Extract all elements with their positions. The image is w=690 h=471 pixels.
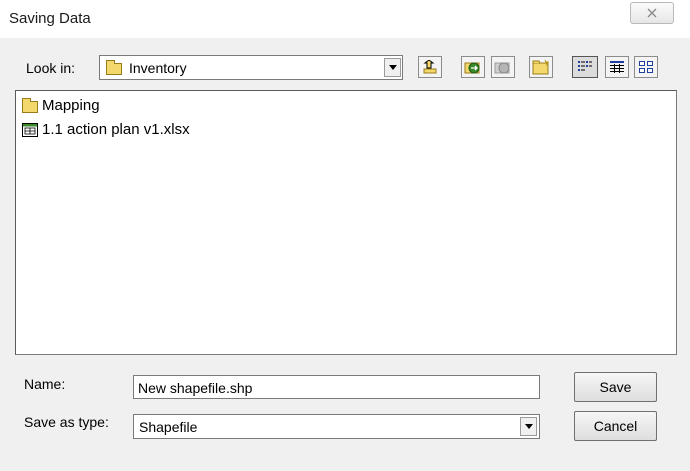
save-as-type-dropdown-arrow[interactable] xyxy=(520,417,537,436)
file-name: Mapping xyxy=(42,96,100,114)
file-name-input[interactable]: New shapefile.shp xyxy=(133,375,540,399)
chevron-down-icon xyxy=(388,65,397,70)
connect-folder-button[interactable] xyxy=(461,56,485,78)
save-as-type-label: Save as type: xyxy=(24,414,109,430)
cancel-button-label: Cancel xyxy=(593,418,638,434)
thumbnails-view-button[interactable] xyxy=(634,56,658,78)
cancel-button[interactable]: Cancel xyxy=(574,411,657,441)
thumbnails-view-icon xyxy=(639,61,653,73)
new-folder-icon xyxy=(532,59,550,75)
disconnect-folder-icon xyxy=(494,62,510,74)
list-item-mapping[interactable]: Mapping xyxy=(20,95,100,115)
look-in-label: Look in: xyxy=(26,60,76,76)
save-button-label: Save xyxy=(599,379,632,395)
folder-icon xyxy=(106,60,122,75)
name-label: Name: xyxy=(24,376,66,392)
title-bar: Saving Data xyxy=(0,0,690,38)
list-item-action-plan[interactable]: 1.1 action plan v1.xlsx xyxy=(20,119,190,139)
connect-folder-icon xyxy=(464,62,480,74)
list-view-icon xyxy=(578,61,592,71)
details-view-icon xyxy=(610,61,624,73)
dialog-title: Saving Data xyxy=(9,10,91,27)
save-as-type-value: Shapefile xyxy=(139,419,198,435)
look-in-dropdown-arrow[interactable] xyxy=(384,58,401,77)
file-list[interactable]: Mapping 1.1 action plan v1.xlsx xyxy=(15,90,677,355)
save-button[interactable]: Save xyxy=(574,372,657,402)
close-button[interactable] xyxy=(630,2,674,24)
file-name-value: New shapefile.shp xyxy=(138,380,253,396)
file-name: 1.1 action plan v1.xlsx xyxy=(42,120,190,138)
spreadsheet-icon xyxy=(22,123,38,137)
disconnect-folder-button[interactable] xyxy=(491,56,515,78)
save-as-type-dropdown[interactable]: Shapefile xyxy=(133,414,540,439)
look-in-dropdown[interactable]: Inventory xyxy=(99,55,403,80)
up-one-level-icon xyxy=(423,60,437,74)
look-in-value: Inventory xyxy=(129,60,187,76)
new-folder-button[interactable] xyxy=(529,56,553,78)
list-view-button[interactable] xyxy=(572,56,598,78)
folder-icon xyxy=(22,98,38,113)
details-view-button[interactable] xyxy=(605,56,629,78)
up-one-level-button[interactable] xyxy=(418,56,442,78)
chevron-down-icon xyxy=(524,424,533,429)
close-icon xyxy=(647,8,657,18)
save-dialog: Saving Data Look in: Inventory Mapping 1… xyxy=(0,0,690,471)
